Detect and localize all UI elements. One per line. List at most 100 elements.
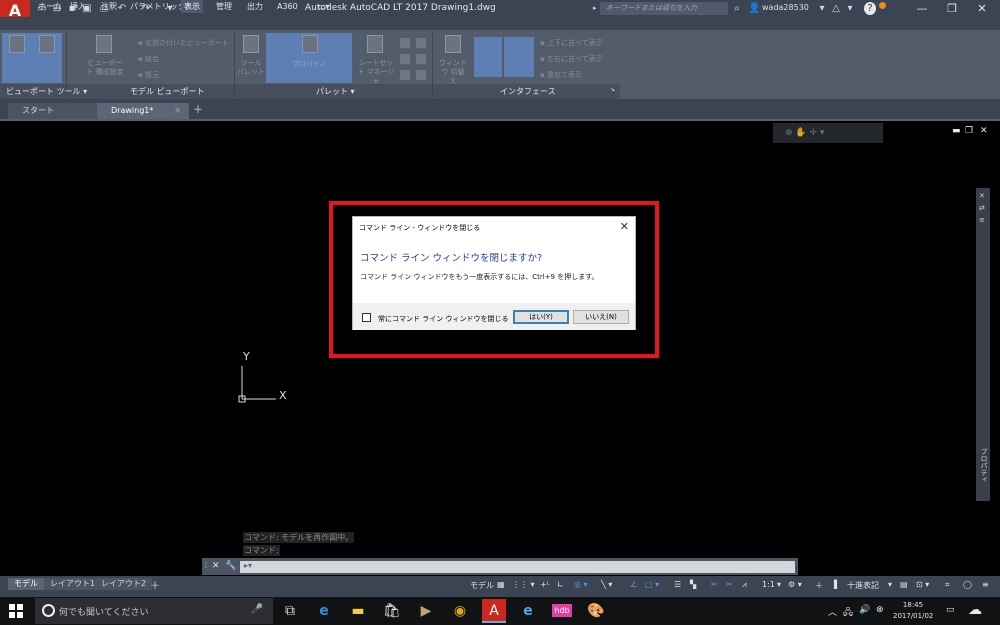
- command-input[interactable]: ▸▾: [240, 561, 795, 573]
- help-icon[interactable]: ?: [864, 2, 876, 15]
- palette-small-icon[interactable]: [400, 38, 410, 48]
- palette-close-icon[interactable]: ✕: [979, 192, 985, 200]
- isodraft-icon[interactable]: ╲ ▾: [601, 580, 612, 589]
- command-history-toggle-icon[interactable]: ▴: [788, 561, 792, 569]
- panel-palettes[interactable]: パレット ▾: [316, 86, 355, 97]
- sheetset-button[interactable]: シートセット マネージャ: [356, 33, 396, 85]
- yes-button[interactable]: はい(Y): [513, 310, 569, 324]
- undo-icon[interactable]: ↶: [116, 2, 128, 15]
- grid-icon[interactable]: ▦: [497, 580, 505, 589]
- new-tab-plus-icon[interactable]: ＋: [192, 105, 204, 117]
- units-display[interactable]: 十進表記: [847, 580, 879, 591]
- dialog-close-icon[interactable]: ✕: [620, 220, 629, 233]
- properties-palette-strip[interactable]: ✕ ⇄ ≡ プロパティ: [976, 188, 990, 501]
- a360-dropdown-icon[interactable]: ▾: [846, 2, 854, 15]
- infer-constraints-icon[interactable]: +ᴸ: [540, 580, 550, 589]
- tab-parametric[interactable]: パラメトリック: [130, 0, 186, 13]
- media-player-icon[interactable]: ▶: [414, 599, 438, 623]
- internet-explorer-icon[interactable]: e: [516, 599, 540, 623]
- command-close-icon[interactable]: ✕: [212, 561, 220, 571]
- edge-browser-icon[interactable]: e: [312, 599, 336, 623]
- isolate-objects-icon[interactable]: ⌗: [945, 580, 950, 590]
- ribbon-minimize-icon[interactable]: ▭▾: [318, 0, 330, 13]
- viewport-minimize-icon[interactable]: ▬: [952, 126, 961, 136]
- object-snap-tracking-icon[interactable]: ∠: [630, 580, 637, 589]
- tab-annotate[interactable]: 注釈: [101, 0, 117, 13]
- scale-dropdown-icon[interactable]: ▾: [777, 580, 781, 589]
- file-tab-drawing1[interactable]: Drawing1* ✕: [97, 103, 189, 119]
- always-close-checkbox[interactable]: [362, 313, 371, 322]
- cascade-button[interactable]: 重ねて表示: [540, 70, 582, 80]
- annotation-monitor-icon[interactable]: ＋: [815, 580, 823, 591]
- annotation-visibility-icon[interactable]: ✂: [711, 580, 718, 589]
- tile-vertical-button[interactable]: 左右に並べて表示: [540, 54, 603, 64]
- user-icon[interactable]: 👤: [748, 2, 760, 15]
- palette-menu-icon[interactable]: ≡: [979, 216, 985, 224]
- layout-tab-2[interactable]: レイアウト2: [95, 578, 153, 590]
- command-prompt-icon[interactable]: ▸▾: [244, 561, 252, 570]
- workspace-gear-icon[interactable]: ⚙ ▾: [788, 580, 802, 589]
- action-center-icon[interactable]: ▭: [946, 605, 955, 615]
- restore-button[interactable]: 復元: [138, 70, 159, 80]
- hdb-app-icon[interactable]: hdb: [550, 599, 574, 623]
- palette-small-icon[interactable]: [416, 70, 426, 80]
- chrome-icon[interactable]: ◉: [448, 599, 472, 623]
- user-dropdown-icon[interactable]: ▾: [818, 2, 826, 15]
- add-layout-plus-icon[interactable]: ＋: [150, 577, 160, 592]
- switch-window-button[interactable]: ウィンドウ 切替え: [438, 33, 468, 85]
- annotation-scale-icon[interactable]: ⩘: [742, 580, 747, 590]
- store-icon[interactable]: 🛍: [380, 599, 404, 623]
- tab-a360[interactable]: A360: [277, 0, 298, 13]
- viewport-close-icon[interactable]: ✕: [980, 126, 988, 136]
- quick-properties-icon[interactable]: ▤: [900, 580, 908, 589]
- microphone-icon[interactable]: 🎤: [251, 604, 263, 615]
- volume-icon[interactable]: 🔊: [859, 605, 870, 615]
- always-close-label[interactable]: 常にコマンド ライン ウィンドウを閉じる: [378, 314, 508, 324]
- weather-cloud-icon[interactable]: ☁: [968, 602, 982, 618]
- tab-view[interactable]: 表示: [181, 0, 203, 13]
- auto-scale-icon[interactable]: ✂: [726, 580, 733, 589]
- lineweight-icon[interactable]: ☰: [674, 580, 681, 589]
- network-icon[interactable]: 🖧: [843, 605, 853, 621]
- units-dropdown-icon[interactable]: ▾: [888, 580, 892, 589]
- taskbar-clock[interactable]: 18:45 2017/01/02: [893, 600, 933, 622]
- navigation-bar[interactable]: ⊕ ✋ ✛ ▾: [773, 123, 883, 143]
- no-button[interactable]: いいえ(N): [573, 310, 629, 324]
- ucs-icon-button[interactable]: [2, 33, 32, 83]
- lock-ui-icon[interactable]: ⊡ ▾: [916, 580, 929, 589]
- layout-tab-1[interactable]: レイアウト1: [44, 578, 102, 590]
- properties-button[interactable]: プロパティ: [266, 33, 352, 83]
- tab-home[interactable]: ホーム: [38, 0, 62, 13]
- paint-app-icon[interactable]: 🎨: [584, 599, 608, 623]
- tab-output[interactable]: 出力: [247, 0, 263, 13]
- panel-expand-icon[interactable]: ↘: [610, 86, 615, 93]
- ime-status-icon[interactable]: ⊗: [876, 605, 884, 615]
- panel-viewport-tools[interactable]: ビューポート ツール ▾: [6, 86, 87, 97]
- search-input[interactable]: キーワードまたは語句を入力: [593, 2, 728, 15]
- palette-autohide-icon[interactable]: ⇄: [979, 204, 985, 212]
- tile-horizontal-button[interactable]: 上下に並べて表示: [540, 38, 603, 48]
- file-tabs-toggle[interactable]: [474, 37, 502, 77]
- binoculars-icon[interactable]: ⌕: [732, 2, 742, 15]
- command-customize-icon[interactable]: 🔧: [225, 561, 236, 571]
- object-snap-icon[interactable]: ▢ ▾: [645, 580, 659, 589]
- task-view-icon[interactable]: ⧉: [278, 599, 302, 623]
- viewport-restore-icon[interactable]: ❐: [965, 126, 973, 136]
- named-viewport-button[interactable]: 名前の付いたビューポート: [138, 38, 229, 48]
- show-hidden-icons-icon[interactable]: ︿: [828, 605, 837, 618]
- clean-screen-icon[interactable]: ◯: [963, 580, 972, 589]
- file-tab-start[interactable]: スタート: [8, 103, 100, 119]
- tab-insert[interactable]: 挿入: [70, 0, 86, 13]
- viewport-config-button[interactable]: ビューポート 構成設定: [85, 33, 125, 83]
- join-button[interactable]: 結合: [138, 54, 159, 64]
- windows-start-icon[interactable]: [8, 603, 24, 619]
- polar-tracking-icon[interactable]: ◎ ▾: [574, 580, 588, 589]
- layout-tab-model[interactable]: モデル: [8, 578, 44, 590]
- cortana-search-box[interactable]: 何でも聞いてください 🎤: [35, 598, 273, 624]
- command-grip-icon[interactable]: ⦙: [205, 561, 207, 571]
- ortho-icon[interactable]: ∟: [557, 580, 564, 589]
- model-space-button[interactable]: モデル: [470, 580, 494, 591]
- tool-palette-button[interactable]: ツール パレット: [236, 33, 266, 83]
- annotation-scale-value[interactable]: 1:1: [762, 580, 775, 589]
- palette-small-icon[interactable]: [416, 54, 426, 64]
